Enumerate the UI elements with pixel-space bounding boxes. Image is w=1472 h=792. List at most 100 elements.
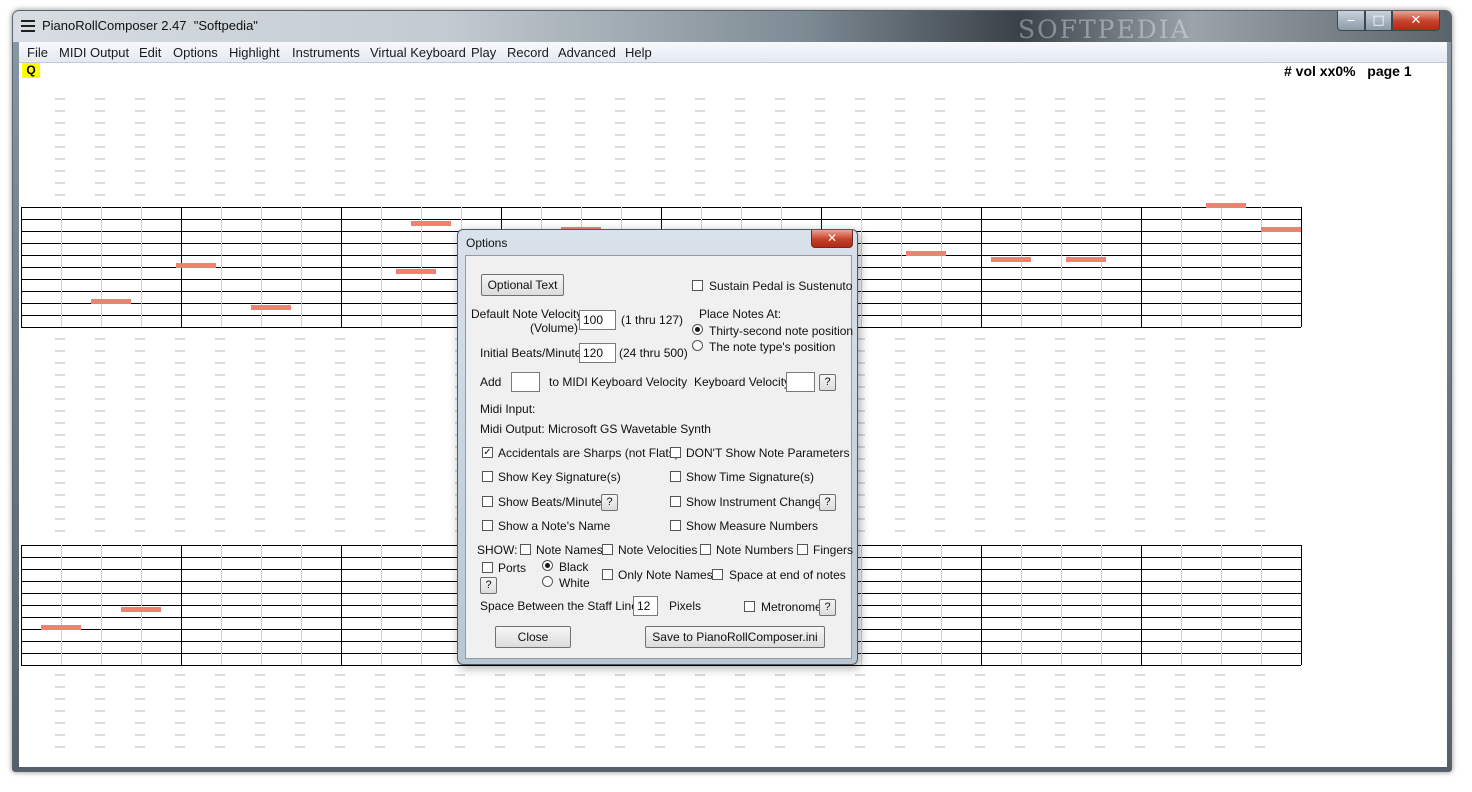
accidentals-sharps-checkbox[interactable]: ✓ (482, 447, 493, 458)
menu-help[interactable]: Help (625, 45, 652, 60)
space-end-checkbox[interactable] (712, 569, 723, 580)
note-bar (1206, 203, 1246, 208)
sustain-pedal-label: Sustain Pedal is Sustenuto (709, 279, 853, 293)
fingers-checkbox[interactable] (797, 544, 808, 555)
optional-text-button[interactable]: Optional Text (481, 274, 564, 296)
space-end-label: Space at end of notes (729, 568, 846, 582)
radio-thirty-second[interactable] (692, 324, 703, 335)
dialog-title: Options (466, 236, 508, 250)
options-dialog: Options ✕ Optional Text Sustain Pedal is… (457, 229, 858, 665)
window-title: PianoRollComposer 2.47 "Softpedia" (42, 18, 258, 33)
time-signature-label: Show Time Signature(s) (686, 470, 815, 484)
only-note-names-checkbox[interactable] (602, 569, 613, 580)
note-bar (906, 251, 946, 256)
staff-spacing-label: Space Between the Staff Lines (480, 599, 644, 613)
default-velocity-sublabel: (Volume) (530, 321, 579, 335)
sustain-pedal-checkbox[interactable] (692, 280, 703, 291)
menu-highlight[interactable]: Highlight (229, 45, 280, 60)
show-label: SHOW: (477, 543, 518, 557)
note-velocities-label: Note Velocities (618, 543, 698, 557)
ports-help-button[interactable]: ? (480, 577, 497, 594)
note-name-checkbox[interactable] (482, 520, 493, 531)
note-velocities-checkbox[interactable] (602, 544, 613, 555)
note-name-label: Show a Note's Name (498, 519, 611, 533)
default-velocity-input[interactable]: 100 (579, 310, 616, 330)
menu-virtual-keyboard[interactable]: Virtual Keyboard (370, 45, 466, 60)
place-notes-label: Place Notes At: (699, 307, 782, 321)
desktop: PianoRollComposer 2.47 "Softpedia" SOFTP… (0, 0, 1472, 792)
save-ini-button[interactable]: Save to PianoRollComposer.ini (645, 626, 825, 648)
ports-checkbox[interactable] (482, 562, 493, 573)
menu-midi-output[interactable]: MIDI Output (59, 45, 129, 60)
app-icon (21, 20, 35, 32)
keyboard-velocity-help-button[interactable]: ? (819, 374, 836, 391)
fingers-label: Fingers (813, 543, 854, 557)
initial-bpm-label: Initial Beats/Minute (480, 346, 582, 360)
watermark-logo: SOFTPEDIA (1018, 15, 1191, 44)
menu-advanced[interactable]: Advanced (558, 45, 616, 60)
menu-options[interactable]: Options (173, 45, 218, 60)
ports-label: Ports (498, 561, 527, 575)
note-numbers-checkbox[interactable] (700, 544, 711, 555)
initial-bpm-input[interactable]: 120 (579, 343, 616, 363)
staff-spacing-input[interactable]: 12 (633, 596, 658, 616)
add-velocity-prefix: Add (480, 375, 502, 389)
radio-thirty-second-label: Thirty-second note position (709, 324, 854, 338)
midi-output-label: Midi Output: Microsoft GS Wavetable Synt… (480, 422, 711, 436)
note-bar (1261, 227, 1301, 232)
keyboard-velocity-input[interactable] (786, 372, 815, 392)
add-velocity-suffix: to MIDI Keyboard Velocity (549, 375, 688, 389)
instrument-changes-label: Show Instrument Changes (686, 495, 828, 509)
default-velocity-range: (1 thru 127) (621, 313, 684, 327)
note-numbers-label: Note Numbers (716, 543, 794, 557)
only-note-names-label: Only Note Names (618, 568, 713, 582)
note-bar (411, 221, 451, 226)
measure-numbers-checkbox[interactable] (670, 520, 681, 531)
menu-file[interactable]: File (27, 45, 48, 60)
key-signature-label: Show Key Signature(s) (498, 470, 621, 484)
dont-show-params-label: DON'T Show Note Parameters (686, 446, 850, 460)
key-signature-checkbox[interactable] (482, 471, 493, 482)
note-names-checkbox[interactable] (520, 544, 531, 555)
metronome-help-button[interactable]: ? (819, 599, 836, 616)
instrument-changes-checkbox[interactable] (670, 496, 681, 507)
time-signature-checkbox[interactable] (670, 471, 681, 482)
menu-instruments[interactable]: Instruments (292, 45, 360, 60)
beats-minute-checkbox[interactable] (482, 496, 493, 507)
note-names-label: Note Names (536, 543, 603, 557)
radio-black-label: Black (559, 560, 589, 574)
dialog-close-icon[interactable]: ✕ (811, 230, 853, 248)
quantize-badge: Q (22, 63, 40, 78)
close-window-button[interactable]: ✕ (1392, 11, 1440, 31)
note-bar (396, 269, 436, 274)
close-button[interactable]: Close (495, 626, 571, 648)
instrument-changes-help-button[interactable]: ? (819, 494, 836, 511)
status-readout: # vol xx0% page 1 (1284, 63, 1412, 79)
note-bar (991, 257, 1031, 262)
metronome-checkbox[interactable] (744, 601, 755, 612)
radio-white[interactable] (542, 576, 553, 587)
dialog-body: Optional Text Sustain Pedal is Sustenuto… (465, 255, 854, 659)
note-bar (41, 625, 81, 630)
note-bar (1066, 257, 1106, 262)
menu-edit[interactable]: Edit (139, 45, 161, 60)
accidentals-sharps-label: Accidentals are Sharps (not Flats) (498, 446, 679, 460)
menu-play[interactable]: Play (471, 45, 496, 60)
menu-bar: File MIDI Output Edit Options Highlight … (19, 42, 1447, 63)
maximize-button[interactable]: □ (1365, 11, 1392, 31)
radio-white-label: White (559, 576, 590, 590)
radio-note-type[interactable] (692, 340, 703, 351)
dont-show-params-checkbox[interactable] (670, 447, 681, 458)
add-velocity-input[interactable] (511, 372, 540, 392)
metronome-label: Metronome (761, 600, 822, 614)
menu-record[interactable]: Record (507, 45, 549, 60)
default-velocity-label: Default Note Velocity (471, 307, 583, 321)
midi-input-label: Midi Input: (480, 402, 536, 416)
minimize-button[interactable]: ‒ (1337, 11, 1365, 31)
beats-minute-help-button[interactable]: ? (601, 494, 618, 511)
note-bar (91, 299, 131, 304)
initial-bpm-range: (24 thru 500) (619, 346, 688, 360)
note-bar (251, 305, 291, 310)
title-bar[interactable]: PianoRollComposer 2.47 "Softpedia" SOFTP… (13, 11, 1451, 44)
radio-black[interactable] (542, 560, 553, 571)
